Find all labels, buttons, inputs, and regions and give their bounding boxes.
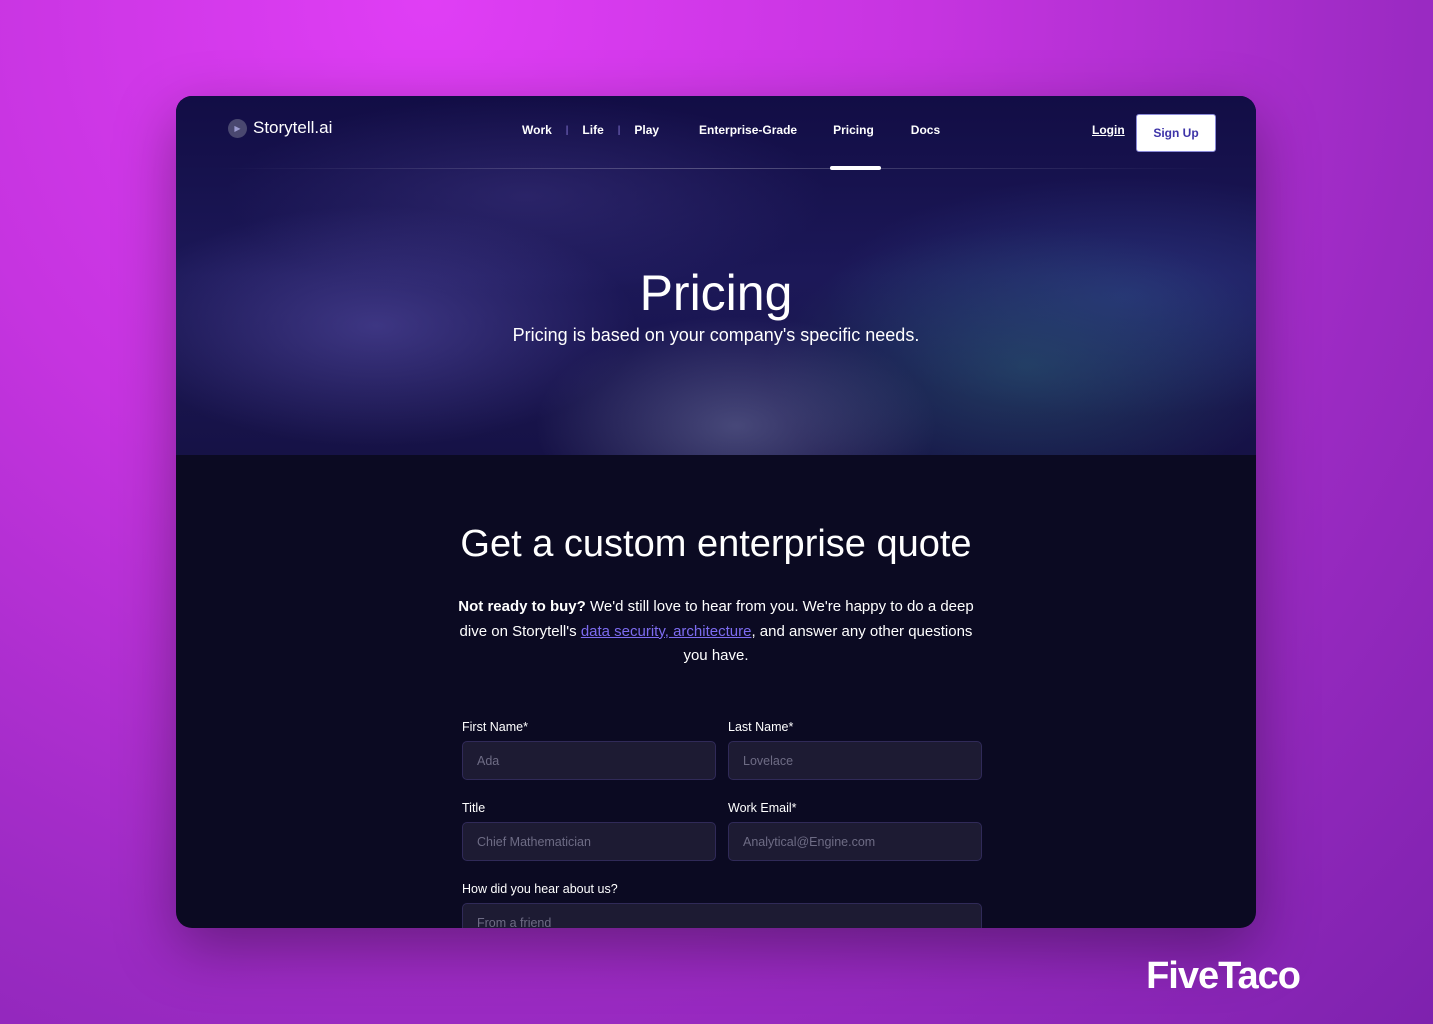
navbar: ▶ Storytell.ai Work | Life | Play Enterpris… — [176, 96, 1256, 170]
first-name-input[interactable]: Ada — [462, 741, 716, 780]
source-field: How did you hear about us? From a friend — [462, 882, 982, 928]
nav-pricing[interactable]: Pricing — [833, 123, 874, 137]
separator: | — [617, 124, 621, 136]
label: Last Name* — [728, 720, 794, 734]
intro-bold: Not ready to buy? — [458, 598, 586, 615]
fivetaco-logo: FiveTaco — [1146, 955, 1301, 997]
label: How did you hear about us? — [462, 882, 618, 896]
logo[interactable]: ▶ Storytell.ai — [228, 118, 332, 138]
label: First Name* — [462, 720, 528, 734]
page-title: Pricing — [639, 265, 793, 321]
first-name-field: First Name* Ada — [462, 720, 716, 780]
data-security-link[interactable]: data security, architecture — [581, 623, 752, 640]
logo-text: Storytell.ai — [253, 118, 333, 137]
active-indicator — [830, 166, 881, 170]
browser-window: ▶ Storytell.ai Work | Life | Play Enterpris… — [176, 96, 1256, 928]
page-subtitle: Pricing is based on your company's speci… — [512, 325, 920, 345]
nav-docs[interactable]: Docs — [911, 123, 940, 137]
last-name-input[interactable]: Lovelace — [728, 741, 982, 780]
email-field: Work Email* Analytical@Engine.com — [728, 801, 982, 861]
section-title: Get a custom enterprise quote — [460, 523, 972, 565]
play-icon: ▶ — [228, 118, 247, 138]
label: Title — [462, 801, 486, 815]
nav-menu: Work | Life | Play Enterprise-Grade Pricin… — [522, 123, 940, 137]
intro-text: Not ready to buy? We'd still love to hea… — [456, 595, 976, 669]
nav-play[interactable]: Play — [634, 123, 659, 137]
source-input[interactable]: From a friend — [462, 903, 982, 928]
title-field: Title Chief Mathematician — [462, 801, 716, 861]
signup-button[interactable]: Sign Up — [1136, 114, 1216, 152]
separator: | — [565, 124, 569, 136]
hero: ▶ Storytell.ai Work | Life | Play Enterpris… — [176, 96, 1256, 455]
title-input[interactable]: Chief Mathematician — [462, 822, 716, 861]
login-link[interactable]: Login — [1092, 123, 1125, 137]
label: Work Email* — [728, 801, 797, 815]
last-name-field: Last Name* Lovelace — [728, 720, 982, 780]
email-input[interactable]: Analytical@Engine.com — [728, 822, 982, 861]
nav-divider — [216, 168, 1216, 169]
nav-life[interactable]: Life — [582, 123, 603, 137]
nav-enterprise[interactable]: Enterprise-Grade — [699, 123, 797, 137]
nav-work[interactable]: Work — [522, 123, 552, 137]
